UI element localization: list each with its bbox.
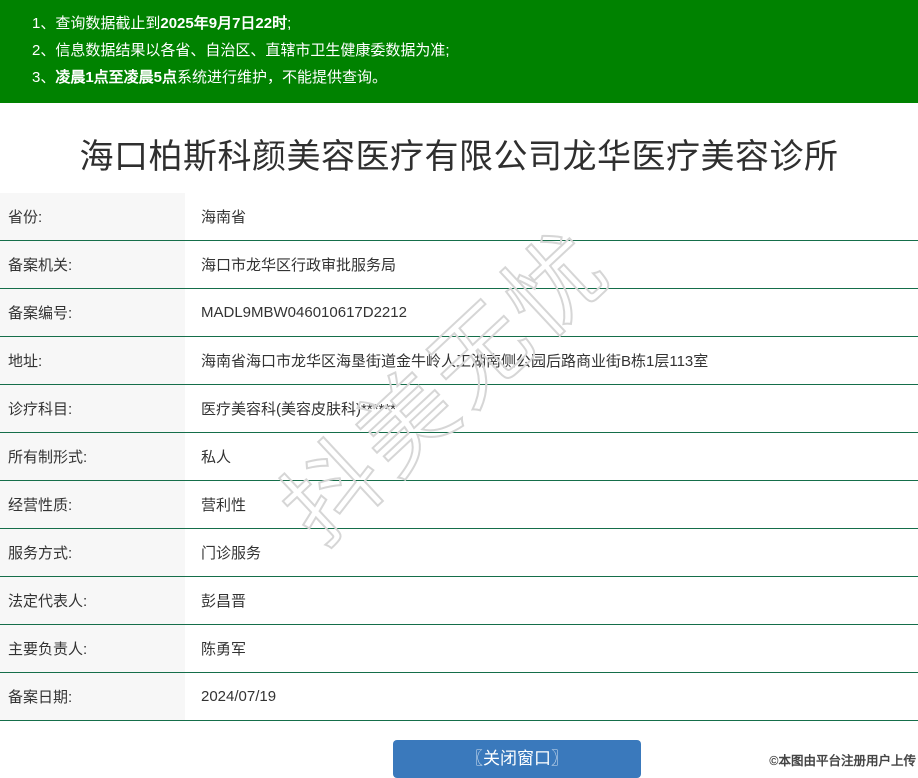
table-row: 诊疗科目: 医疗美容科(美容皮肤科)****** xyxy=(0,385,918,433)
table-row: 法定代表人: 彭昌晋 xyxy=(0,577,918,625)
copyright-note: ©本图由平台注册用户上传 xyxy=(769,750,916,769)
notice-number: 1、 xyxy=(32,15,55,32)
table-row: 备案机关: 海口市龙华区行政审批服务局 xyxy=(0,241,918,289)
table-row: 备案编号: MADL9MBW046010617D2212 xyxy=(0,289,918,337)
row-label: 主要负责人: xyxy=(0,625,185,672)
row-value: 陈勇军 xyxy=(185,625,918,672)
info-table: 省份: 海南省 备案机关: 海口市龙华区行政审批服务局 备案编号: MADL9M… xyxy=(0,193,918,721)
row-label: 法定代表人: xyxy=(0,577,185,624)
row-label: 诊疗科目: xyxy=(0,385,185,432)
row-label: 备案机关: xyxy=(0,241,185,288)
row-label: 所有制形式: xyxy=(0,433,185,480)
row-label: 备案日期: xyxy=(0,673,185,720)
notice-text: ; xyxy=(287,15,291,32)
notice-text-bold: 2025年9月7日22时 xyxy=(160,15,287,32)
notice-text: 信息数据结果以各省、自治区、直辖市卫生健康委数据为准; xyxy=(55,42,449,59)
row-value: 门诊服务 xyxy=(185,529,918,576)
notice-number: 2、 xyxy=(32,42,55,59)
notice-line: 2、信息数据结果以各省、自治区、直辖市卫生健康委数据为准; xyxy=(32,37,908,64)
row-value: 海南省海口市龙华区海垦街道金牛岭人工湖南侧公园后路商业街B栋1层113室 xyxy=(185,337,918,384)
notice-text: 系统进行维护，不能提供查询。 xyxy=(177,69,387,86)
row-label: 备案编号: xyxy=(0,289,185,336)
row-value: 2024/07/19 xyxy=(185,673,918,720)
notice-text-bold: 凌晨1点至凌晨5点 xyxy=(55,69,177,86)
close-window-button[interactable]: 〖关闭窗口〗 xyxy=(393,740,641,778)
table-row: 服务方式: 门诊服务 xyxy=(0,529,918,577)
row-value: MADL9MBW046010617D2212 xyxy=(185,289,918,336)
row-label: 地址: xyxy=(0,337,185,384)
table-row: 主要负责人: 陈勇军 xyxy=(0,625,918,673)
notice-banner: 1、查询数据截止到2025年9月7日22时; 2、信息数据结果以各省、自治区、直… xyxy=(0,0,918,103)
row-value: 彭昌晋 xyxy=(185,577,918,624)
notice-text: 查询数据截止到 xyxy=(55,15,160,32)
row-value: 私人 xyxy=(185,433,918,480)
notice-line: 1、查询数据截止到2025年9月7日22时; xyxy=(32,10,908,37)
notice-number: 3、 xyxy=(32,69,55,86)
table-row: 经营性质: 营利性 xyxy=(0,481,918,529)
row-value: 海口市龙华区行政审批服务局 xyxy=(185,241,918,288)
table-row: 所有制形式: 私人 xyxy=(0,433,918,481)
row-value: 海南省 xyxy=(185,193,918,240)
row-label: 服务方式: xyxy=(0,529,185,576)
table-row: 地址: 海南省海口市龙华区海垦街道金牛岭人工湖南侧公园后路商业街B栋1层113室 xyxy=(0,337,918,385)
table-row: 备案日期: 2024/07/19 xyxy=(0,673,918,721)
row-value: 医疗美容科(美容皮肤科)****** xyxy=(185,385,918,432)
row-label: 省份: xyxy=(0,193,185,240)
row-value: 营利性 xyxy=(185,481,918,528)
table-row: 省份: 海南省 xyxy=(0,193,918,241)
notice-line: 3、凌晨1点至凌晨5点系统进行维护，不能提供查询。 xyxy=(32,64,908,91)
page-title: 海口柏斯科颜美容医疗有限公司龙华医疗美容诊所 xyxy=(0,131,918,183)
row-label: 经营性质: xyxy=(0,481,185,528)
